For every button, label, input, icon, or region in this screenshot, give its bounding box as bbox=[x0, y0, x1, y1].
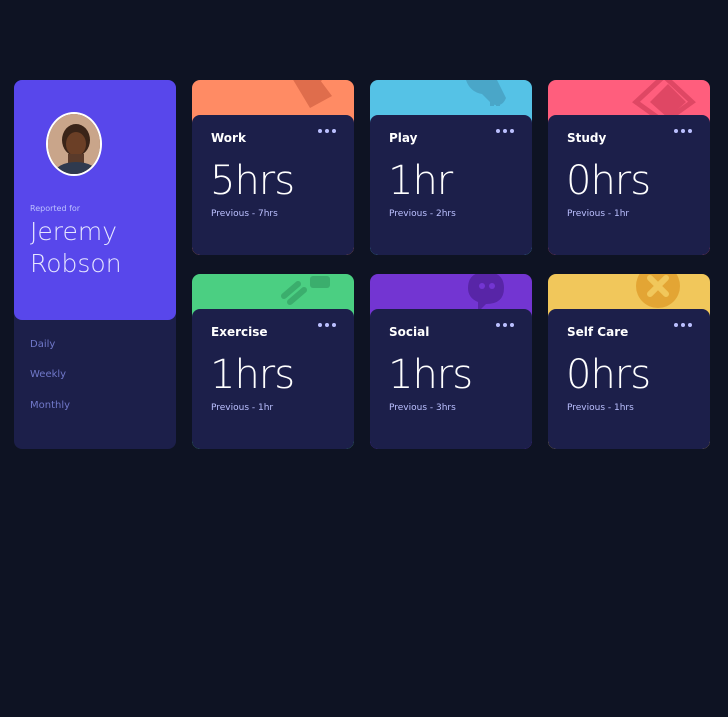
study-card-body: Study 0hrs Previous - 1hr bbox=[548, 115, 710, 255]
social-previous-hours: Previous - 3hrs bbox=[389, 403, 456, 413]
social-card: Social 1hrs Previous - 3hrs bbox=[370, 274, 532, 449]
social-card-body: Social 1hrs Previous - 3hrs bbox=[370, 309, 532, 449]
self-care-title: Self Care bbox=[567, 325, 629, 339]
play-current-hours: 1hr bbox=[388, 158, 453, 204]
play-card: Play 1hr Previous - 2hrs bbox=[370, 80, 532, 255]
profile-header: Reported for Jeremy Robson bbox=[14, 80, 176, 320]
work-card-body: Work 5hrs Previous - 7hrs bbox=[192, 115, 354, 255]
avatar bbox=[46, 112, 102, 176]
ellipsis-icon[interactable] bbox=[318, 323, 336, 327]
play-title: Play bbox=[389, 131, 418, 145]
work-card: Work 5hrs Previous - 7hrs bbox=[192, 80, 354, 255]
play-card-body: Play 1hr Previous - 2hrs bbox=[370, 115, 532, 255]
exercise-current-hours: 1hrs bbox=[210, 352, 295, 398]
self-care-card: Self Care 0hrs Previous - 1hrs bbox=[548, 274, 710, 449]
ellipsis-icon[interactable] bbox=[318, 129, 336, 133]
self-care-current-hours: 0hrs bbox=[566, 352, 651, 398]
study-previous-hours: Previous - 1hr bbox=[567, 209, 630, 219]
study-title: Study bbox=[567, 131, 607, 145]
work-title: Work bbox=[211, 131, 246, 145]
social-title: Social bbox=[389, 325, 430, 339]
user-name: Jeremy Robson bbox=[30, 217, 122, 278]
period-monthly[interactable]: Monthly bbox=[30, 400, 70, 411]
play-previous-hours: Previous - 2hrs bbox=[389, 209, 456, 219]
reported-for-label: Reported for bbox=[30, 204, 81, 213]
period-daily[interactable]: Daily bbox=[30, 339, 55, 350]
exercise-card-body: Exercise 1hrs Previous - 1hr bbox=[192, 309, 354, 449]
ellipsis-icon[interactable] bbox=[496, 323, 514, 327]
work-previous-hours: Previous - 7hrs bbox=[211, 209, 278, 219]
ellipsis-icon[interactable] bbox=[496, 129, 514, 133]
social-current-hours: 1hrs bbox=[388, 352, 473, 398]
ellipsis-icon[interactable] bbox=[674, 323, 692, 327]
study-current-hours: 0hrs bbox=[566, 158, 651, 204]
exercise-previous-hours: Previous - 1hr bbox=[211, 403, 274, 413]
avatar-image bbox=[48, 114, 100, 174]
exercise-card: Exercise 1hrs Previous - 1hr bbox=[192, 274, 354, 449]
study-card: Study 0hrs Previous - 1hr bbox=[548, 80, 710, 255]
work-current-hours: 5hrs bbox=[210, 158, 295, 204]
ellipsis-icon[interactable] bbox=[674, 129, 692, 133]
self-care-previous-hours: Previous - 1hrs bbox=[567, 403, 634, 413]
period-weekly[interactable]: Weekly bbox=[30, 369, 66, 380]
profile-card: Reported for Jeremy Robson Daily Weekly … bbox=[14, 80, 176, 449]
self-care-card-body: Self Care 0hrs Previous - 1hrs bbox=[548, 309, 710, 449]
exercise-title: Exercise bbox=[211, 325, 268, 339]
